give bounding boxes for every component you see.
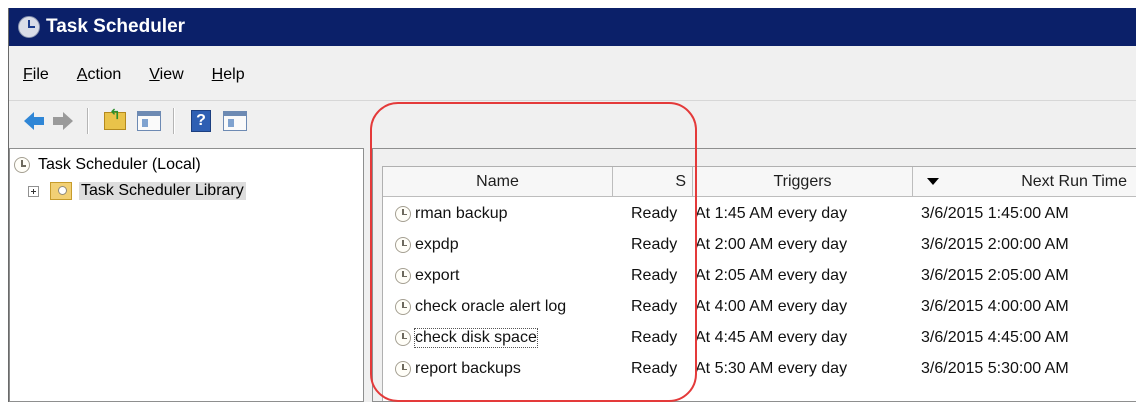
menu-action-label: ction (87, 66, 122, 83)
back-arrow-icon (24, 112, 44, 130)
task-name-cell: export (395, 260, 459, 291)
help-icon: ? (191, 110, 211, 132)
task-list: Name S Triggers Next Run Time rman backu… (382, 166, 1136, 401)
task-clock-icon (395, 329, 411, 346)
expand-icon[interactable] (28, 185, 39, 197)
task-next-run-time: 3/6/2015 2:05:00 AM (921, 266, 1069, 284)
up-one-level-button[interactable] (101, 107, 129, 135)
task-next-run-time: 3/6/2015 4:00:00 AM (921, 297, 1069, 315)
menu-help-mnemonic: H (211, 66, 224, 83)
menu-view-label: iew (159, 66, 184, 83)
menu-file[interactable]: File (19, 64, 53, 86)
tree-item-library-label: Task Scheduler Library (79, 182, 246, 200)
task-name-cell: report backups (395, 353, 521, 384)
task-name: rman backup (415, 204, 508, 222)
task-trigger: At 4:45 AM every day (695, 328, 848, 346)
task-library-folder-icon (50, 182, 72, 200)
task-name: check oracle alert log (415, 297, 567, 315)
back-button[interactable] (15, 107, 44, 135)
task-status: Ready (631, 266, 678, 284)
console-tree-pane: Task Scheduler (Local) Task Scheduler Li… (9, 148, 364, 402)
task-status: Ready (631, 328, 678, 346)
up-folder-icon (104, 107, 126, 130)
task-name: check disk space (414, 327, 538, 348)
toolbar-separator (173, 108, 175, 134)
task-scheduler-clock-icon (18, 16, 40, 38)
task-name: report backups (415, 359, 521, 377)
tree-item-library[interactable]: Task Scheduler Library (28, 179, 246, 203)
sort-descending-icon (927, 178, 939, 185)
column-header-name-label: Name (476, 172, 519, 190)
column-header-name[interactable]: Name (383, 167, 613, 197)
task-name-cell: expdp (395, 229, 459, 260)
table-row[interactable]: check oracle alert log Ready At 4:00 AM ev… (383, 291, 1136, 322)
column-header-triggers-label: Triggers (773, 172, 832, 190)
clock-icon (14, 157, 30, 173)
tree-item-root-label: Task Scheduler (Local) (38, 156, 201, 173)
column-header-status[interactable]: S (613, 167, 693, 197)
task-name-cell: rman backup (395, 198, 508, 229)
task-clock-icon (395, 360, 411, 377)
task-next-run-time: 3/6/2015 5:30:00 AM (921, 359, 1069, 377)
task-scheduler-window: Task Scheduler File Action View Help ? (8, 8, 1136, 402)
column-header-next-run-time[interactable]: Next Run Time (913, 167, 1136, 197)
task-clock-icon (395, 236, 411, 253)
menu-file-mnemonic: F (23, 66, 33, 83)
pane-splitter[interactable] (364, 148, 372, 402)
forward-arrow-icon (53, 112, 73, 130)
toolbar-separator (87, 108, 89, 134)
table-row[interactable]: check disk space Ready At 4:45 AM every da… (383, 322, 1136, 353)
task-next-run-time: 3/6/2015 4:45:00 AM (921, 328, 1069, 346)
task-status: Ready (631, 297, 678, 315)
menu-action-mnemonic: A (76, 66, 88, 83)
forward-button[interactable] (49, 107, 77, 135)
task-clock-icon (395, 298, 411, 315)
show-hide-action-pane-button[interactable] (221, 107, 249, 135)
task-trigger: At 1:45 AM every day (695, 204, 848, 222)
table-row[interactable]: report backups Ready At 5:30 AM every day 3… (383, 353, 1136, 384)
column-header-status-label: S (675, 172, 686, 190)
menu-help-label: elp (223, 66, 245, 83)
table-row[interactable]: rman backup Ready At 1:45 AM every day 3/6/… (383, 198, 1136, 229)
task-name: expdp (415, 235, 459, 253)
tree-item-root[interactable]: Task Scheduler (Local) (14, 153, 201, 177)
task-clock-icon (395, 205, 411, 222)
menu-action[interactable]: Action (73, 64, 125, 86)
menu-help[interactable]: Help (208, 64, 249, 86)
table-row[interactable]: export Ready At 2:05 AM every day 3/6/2015 … (383, 260, 1136, 291)
window-title: Task Scheduler (46, 16, 186, 37)
task-status: Ready (631, 359, 678, 377)
show-hide-console-tree-button[interactable] (135, 107, 163, 135)
show-hide-action-pane-icon (223, 111, 247, 131)
task-name: export (415, 266, 460, 284)
show-hide-console-tree-icon (137, 111, 161, 131)
task-next-run-time: 3/6/2015 1:45:00 AM (921, 204, 1069, 222)
task-name-cell: check disk space (395, 322, 538, 353)
task-trigger: At 4:00 AM every day (695, 297, 848, 315)
menu-view-mnemonic: V (149, 66, 160, 83)
title-bar[interactable]: Task Scheduler (9, 8, 1136, 46)
task-trigger: At 2:05 AM every day (695, 266, 848, 284)
task-name-cell: check oracle alert log (395, 291, 566, 322)
table-row[interactable]: expdp Ready At 2:00 AM every day 3/6/2015 2… (383, 229, 1136, 260)
help-button[interactable]: ? (187, 107, 215, 135)
task-trigger: At 5:30 AM every day (695, 359, 848, 377)
task-clock-icon (395, 267, 411, 284)
column-header-next-run-time-label: Next Run Time (1021, 172, 1127, 190)
column-header-triggers[interactable]: Triggers (693, 167, 913, 197)
menu-bar: File Action View Help (9, 54, 1136, 96)
menu-file-label: ile (32, 66, 49, 83)
task-next-run-time: 3/6/2015 2:00:00 AM (921, 235, 1069, 253)
task-list-pane: Name S Triggers Next Run Time rman backu… (372, 148, 1136, 402)
task-status: Ready (631, 235, 678, 253)
toolbar: ? (9, 100, 1136, 141)
task-trigger: At 2:00 AM every day (695, 235, 848, 253)
menu-view[interactable]: View (145, 64, 187, 86)
task-status: Ready (631, 204, 678, 222)
